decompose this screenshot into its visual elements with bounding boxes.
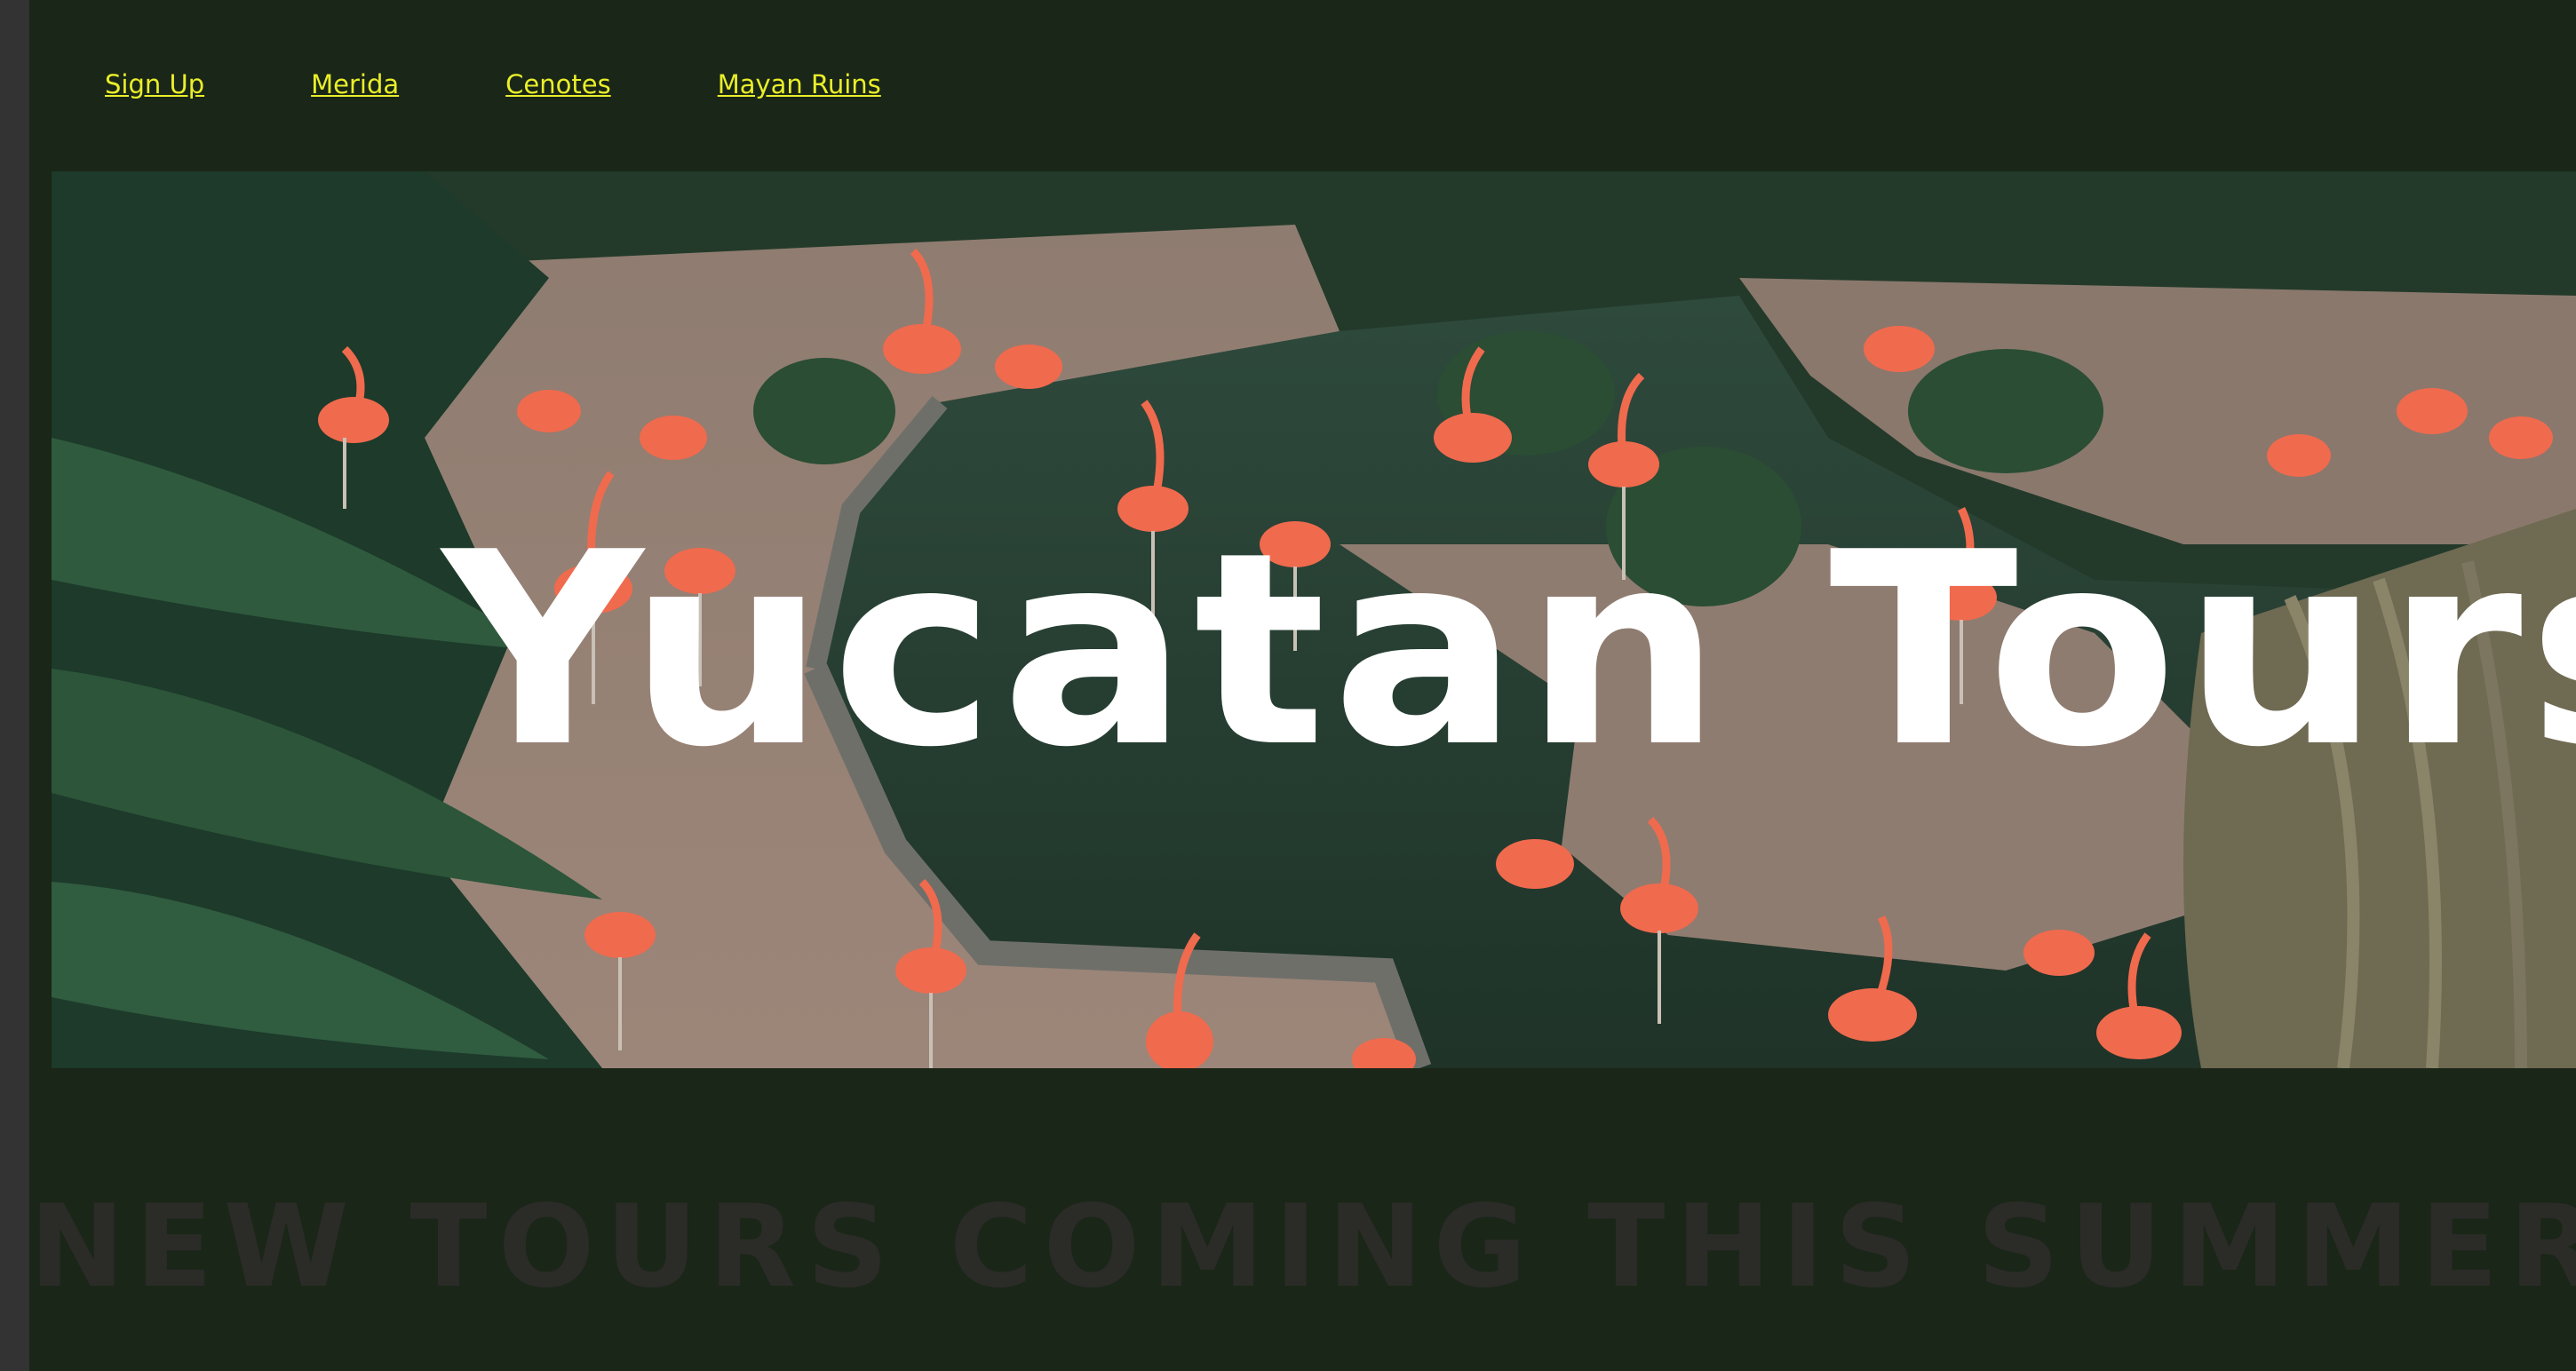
nav-link-merida[interactable]: Merida	[311, 69, 399, 99]
top-navigation: Sign Up Merida Cenotes Mayan Ruins	[105, 69, 988, 99]
hero-banner: Yucatan Tours	[52, 171, 2576, 1068]
nav-link-sign-up[interactable]: Sign Up	[105, 69, 204, 99]
window-edge	[0, 0, 29, 1371]
nav-link-cenotes[interactable]: Cenotes	[505, 69, 611, 99]
hero-title: Yucatan Tours	[442, 495, 2576, 805]
nav-link-mayan-ruins[interactable]: Mayan Ruins	[718, 69, 881, 99]
page: Sign Up Merida Cenotes Mayan Ruins Yucat…	[29, 0, 2576, 1371]
announcement-heading: NEW TOURS COMING THIS SUMMER!	[29, 1181, 2576, 1313]
